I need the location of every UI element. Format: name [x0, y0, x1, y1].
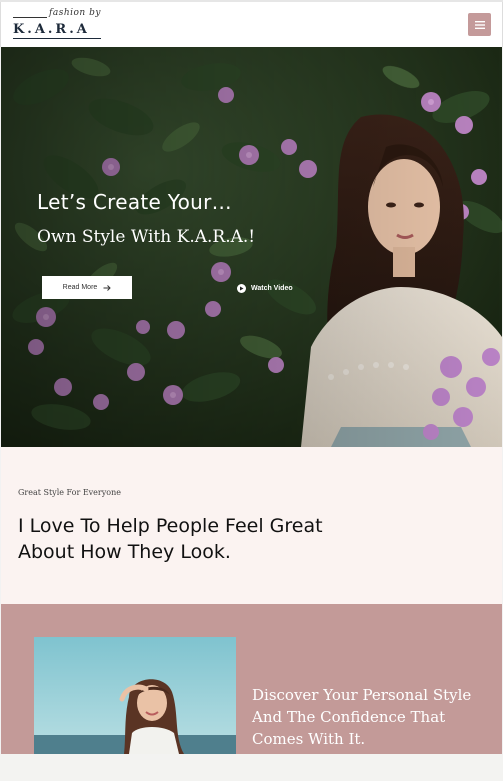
intro-eyebrow: Great Style For Everyone — [18, 488, 121, 497]
hero-banner: Let’s Create Your… Own Style With K.A.R.… — [1, 47, 502, 447]
watch-video-label: Watch Video — [251, 284, 293, 292]
arrow-right-icon — [103, 284, 112, 291]
intro-headline: I Love To Help People Feel Great About H… — [18, 515, 323, 563]
read-more-button[interactable]: Read More — [42, 276, 132, 299]
menu-button[interactable] — [468, 13, 491, 36]
feature-section: Discover Your Personal Style And The Con… — [1, 604, 502, 754]
page-footer-strip — [0, 754, 503, 781]
logo-rule — [13, 17, 47, 18]
feature-image — [34, 637, 236, 754]
site-header: fashion by K.A.R.A — [0, 2, 503, 47]
hero-overlay — [1, 47, 502, 447]
site-logo[interactable]: fashion by K.A.R.A — [13, 8, 105, 40]
intro-section: Great Style For Everyone I Love To Help … — [1, 447, 502, 604]
hero-title: Let’s Create Your… — [37, 190, 232, 214]
hero-subtitle: Own Style With K.A.R.A.! — [37, 227, 256, 247]
read-more-label: Read More — [62, 284, 98, 291]
feature-text: Discover Your Personal Style And The Con… — [252, 686, 472, 748]
logo-underline — [13, 38, 101, 39]
play-icon — [237, 283, 246, 293]
logo-script-text: fashion by — [49, 8, 101, 18]
watch-video-button[interactable]: Watch Video — [237, 282, 293, 294]
hamburger-icon — [474, 20, 485, 29]
logo-wordmark: K.A.R.A — [13, 22, 90, 37]
